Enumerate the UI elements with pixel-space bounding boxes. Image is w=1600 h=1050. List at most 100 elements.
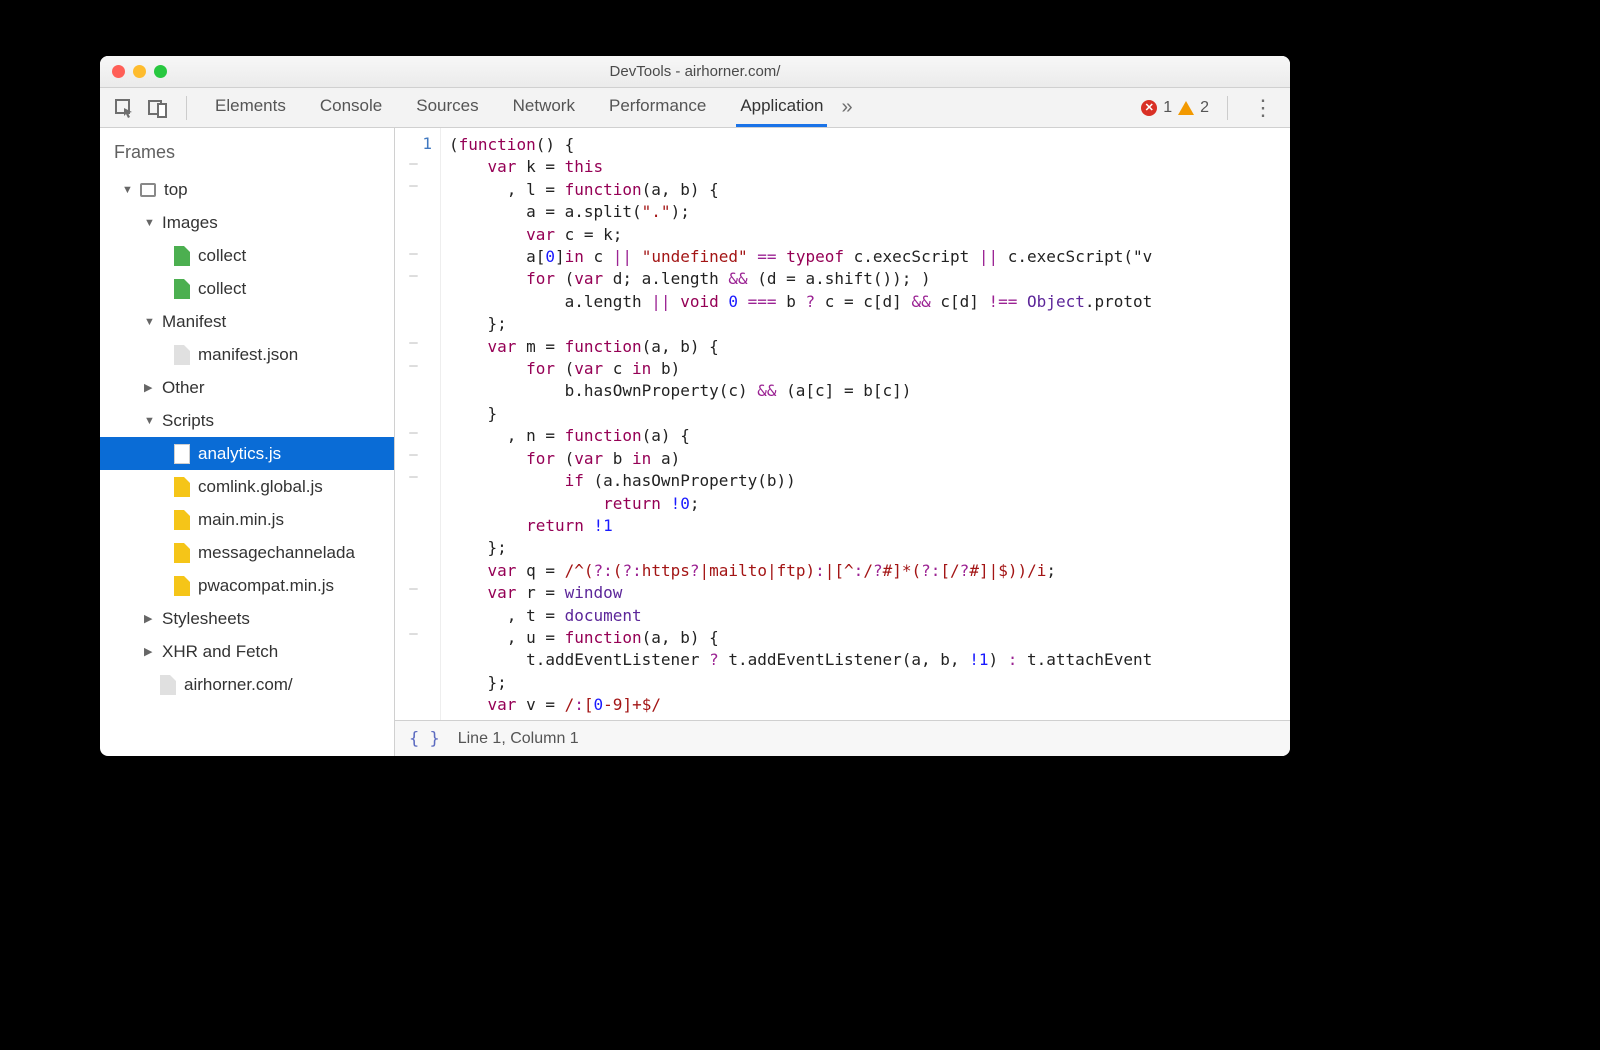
fold-marker[interactable]: – [395,466,432,488]
fold-marker[interactable] [395,489,432,511]
tree-item-image[interactable]: collect [100,272,394,305]
tree-node-stylesheets[interactable]: ▶ Stylesheets [100,602,394,635]
tree-label: analytics.js [198,444,281,464]
tree-item-script[interactable]: comlink.global.js [100,470,394,503]
tree-node-other[interactable]: ▶ Other [100,371,394,404]
warning-count: 2 [1200,99,1209,117]
tab-elements[interactable]: Elements [211,88,290,127]
cursor-position: Line 1, Column 1 [458,730,579,748]
tree-item-manifest[interactable]: manifest.json [100,338,394,371]
fold-marker[interactable] [395,601,432,623]
fold-marker[interactable] [395,534,432,556]
close-window-button[interactable] [112,65,125,78]
fold-marker[interactable] [395,198,432,220]
zoom-window-button[interactable] [154,65,167,78]
fold-marker[interactable] [395,690,432,712]
fold-marker[interactable] [395,511,432,533]
fold-marker[interactable]: – [395,355,432,377]
tree-node-images[interactable]: ▼ Images [100,206,394,239]
fold-marker[interactable] [395,310,432,332]
chevron-down-icon: ▼ [144,415,158,427]
fold-marker[interactable]: – [395,332,432,354]
frame-icon [140,183,156,197]
tree-item-script[interactable]: pwacompat.min.js [100,569,394,602]
tree-item-script[interactable]: main.min.js [100,503,394,536]
panel-body: Frames ▼ top ▼ Images collect colle [100,128,1290,756]
fold-marker[interactable]: – [395,422,432,444]
script-file-icon [174,543,190,563]
code-viewport[interactable]: 1 – – – – – – – – – [395,128,1290,720]
error-icon: ✕ [1141,100,1157,116]
fold-marker[interactable]: – [395,265,432,287]
tree-node-top[interactable]: ▼ top [100,173,394,206]
code-content[interactable]: (function() { var k = this , l = functio… [441,128,1290,720]
frames-sidebar: Frames ▼ top ▼ Images collect colle [100,128,395,756]
panel-tabs: Elements Console Sources Network Perform… [211,88,827,127]
tree-label: messagechannelada [198,543,355,563]
tree-label: Stylesheets [162,609,250,629]
toolbar-divider [1227,96,1228,120]
tree-node-xhr[interactable]: ▶ XHR and Fetch [100,635,394,668]
settings-menu-icon[interactable]: ⋮ [1246,95,1280,121]
tab-sources[interactable]: Sources [412,88,482,127]
fold-marker[interactable] [395,646,432,668]
tree-item-script[interactable]: analytics.js [100,437,394,470]
tree-label: airhorner.com/ [184,675,293,695]
tree-label: XHR and Fetch [162,642,278,662]
tree-item-image[interactable]: collect [100,239,394,272]
issue-counters[interactable]: ✕ 1 2 [1141,99,1209,117]
tree-label: pwacompat.min.js [198,576,334,596]
image-file-icon [174,246,190,266]
fold-marker[interactable] [395,220,432,242]
tree-label: Manifest [162,312,226,332]
tree-item-document[interactable]: airhorner.com/ [100,668,394,701]
line-number: 1 [395,134,432,153]
chevron-right-icon: ▶ [144,381,158,394]
sidebar-header: Frames [100,128,394,173]
fold-marker[interactable]: – [395,444,432,466]
tree-label: Images [162,213,218,233]
fold-marker[interactable] [395,287,432,309]
source-editor: 1 – – – – – – – – – [395,128,1290,756]
toolbar-divider [186,96,187,120]
image-file-icon [174,279,190,299]
tab-application[interactable]: Application [736,88,827,127]
tree-node-scripts[interactable]: ▼ Scripts [100,404,394,437]
minimize-window-button[interactable] [133,65,146,78]
tree-label: comlink.global.js [198,477,323,497]
fold-marker[interactable]: – [395,623,432,645]
fold-marker[interactable] [395,556,432,578]
devtools-window: DevTools - airhorner.com/ Elements Conso… [100,56,1290,756]
tree-item-script[interactable]: messagechannelada [100,536,394,569]
fold-marker[interactable] [395,377,432,399]
tree-label: manifest.json [198,345,298,365]
tree-label: Other [162,378,205,398]
fold-marker[interactable]: – [395,243,432,265]
device-toolbar-icon[interactable] [148,98,168,118]
chevron-down-icon: ▼ [144,316,158,328]
pretty-print-icon[interactable]: { } [409,729,440,749]
titlebar: DevTools - airhorner.com/ [100,56,1290,88]
tab-performance[interactable]: Performance [605,88,710,127]
tree-label: collect [198,246,246,266]
tab-network[interactable]: Network [509,88,579,127]
tree-node-manifest[interactable]: ▼ Manifest [100,305,394,338]
script-file-icon [174,444,190,464]
editor-statusbar: { } Line 1, Column 1 [395,720,1290,756]
tree-label: main.min.js [198,510,284,530]
fold-marker[interactable] [395,399,432,421]
tree-label: Scripts [162,411,214,431]
fold-marker[interactable]: – [395,153,432,175]
tab-console[interactable]: Console [316,88,386,127]
script-file-icon [174,510,190,530]
frames-tree: ▼ top ▼ Images collect collect ▼ [100,173,394,756]
fold-marker[interactable]: – [395,578,432,600]
window-controls [112,65,167,78]
inspect-element-icon[interactable] [114,98,134,118]
chevron-down-icon: ▼ [144,217,158,229]
chevron-right-icon: ▶ [144,645,158,658]
more-tabs-icon[interactable]: » [841,96,852,119]
fold-marker[interactable]: – [395,175,432,197]
fold-marker[interactable] [395,668,432,690]
document-file-icon [174,345,190,365]
